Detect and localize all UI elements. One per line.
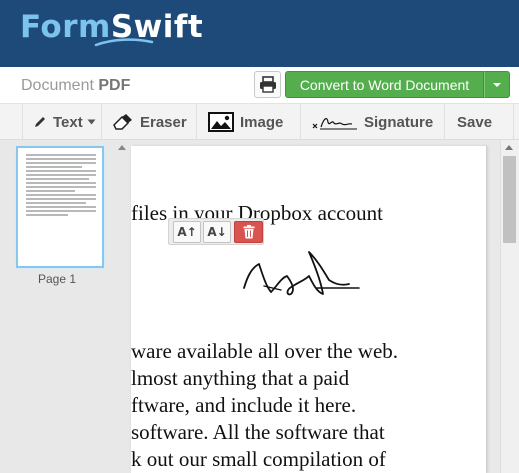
- decrease-font-button[interactable]: A↓: [203, 221, 231, 243]
- convert-to-word-button[interactable]: Convert to Word Document: [285, 71, 484, 98]
- scroll-up-arrow-icon[interactable]: [505, 145, 513, 150]
- viewer-left-gutter: [114, 140, 131, 473]
- increase-font-button[interactable]: A↑: [173, 221, 201, 243]
- caret-down-icon: [87, 119, 96, 125]
- image-icon: [208, 112, 234, 132]
- image-tool-label: Image: [240, 113, 284, 131]
- page-thumbnail[interactable]: [16, 146, 104, 268]
- signature-tool-label: Signature: [364, 113, 434, 131]
- thumbnail-preview: [26, 154, 96, 218]
- signature-tool-button[interactable]: Signature: [300, 104, 444, 140]
- caret-down-icon: [493, 82, 501, 87]
- save-button[interactable]: Save: [444, 104, 514, 140]
- document-type: PDF: [98, 77, 131, 94]
- eraser-icon: [113, 114, 132, 130]
- document-title: Document PDF: [21, 77, 130, 95]
- document-page[interactable]: files in your Dropbox account ware avail…: [131, 146, 487, 473]
- delete-element-button[interactable]: [234, 221, 263, 243]
- pencil-icon: [35, 117, 45, 127]
- convert-dropdown-button[interactable]: [484, 71, 510, 98]
- text-edit-controls: A↑ A↓: [168, 218, 264, 245]
- scroll-up-arrow-icon[interactable]: [118, 145, 126, 150]
- document-text-line[interactable]: ftware, and include it here.: [131, 393, 356, 418]
- editor-toolbar: Text Eraser Image Signature Save: [0, 104, 519, 140]
- page-label: Page 1: [37, 272, 77, 286]
- document-text-line[interactable]: software. All the software that: [131, 420, 385, 445]
- eraser-tool-label: Eraser: [140, 113, 187, 131]
- eraser-tool-button[interactable]: Eraser: [101, 104, 196, 140]
- page-thumbnails-sidebar: Page 1: [0, 140, 114, 473]
- trash-icon: [243, 225, 254, 239]
- print-button[interactable]: [254, 71, 281, 98]
- scrollbar-thumb[interactable]: [503, 156, 516, 243]
- text-tool-button[interactable]: Text: [22, 104, 101, 140]
- document-text-line[interactable]: k out our small compilation of: [131, 447, 386, 472]
- document-titlebar: Document PDF Convert to Word Document: [0, 67, 519, 104]
- image-tool-button[interactable]: Image: [196, 104, 300, 140]
- document-text-line[interactable]: ware available all over the web.: [131, 339, 398, 364]
- app-header: FormSwift: [0, 0, 519, 67]
- document-label: Document: [21, 77, 94, 94]
- printer-icon: [259, 76, 276, 93]
- text-tool-label: Text: [53, 113, 83, 131]
- save-label: Save: [457, 113, 493, 131]
- logo-swoosh-icon: [94, 38, 154, 47]
- signature-icon: [312, 117, 357, 130]
- placed-signature[interactable]: [239, 246, 363, 308]
- document-text-line[interactable]: lmost anything that a paid: [131, 366, 349, 391]
